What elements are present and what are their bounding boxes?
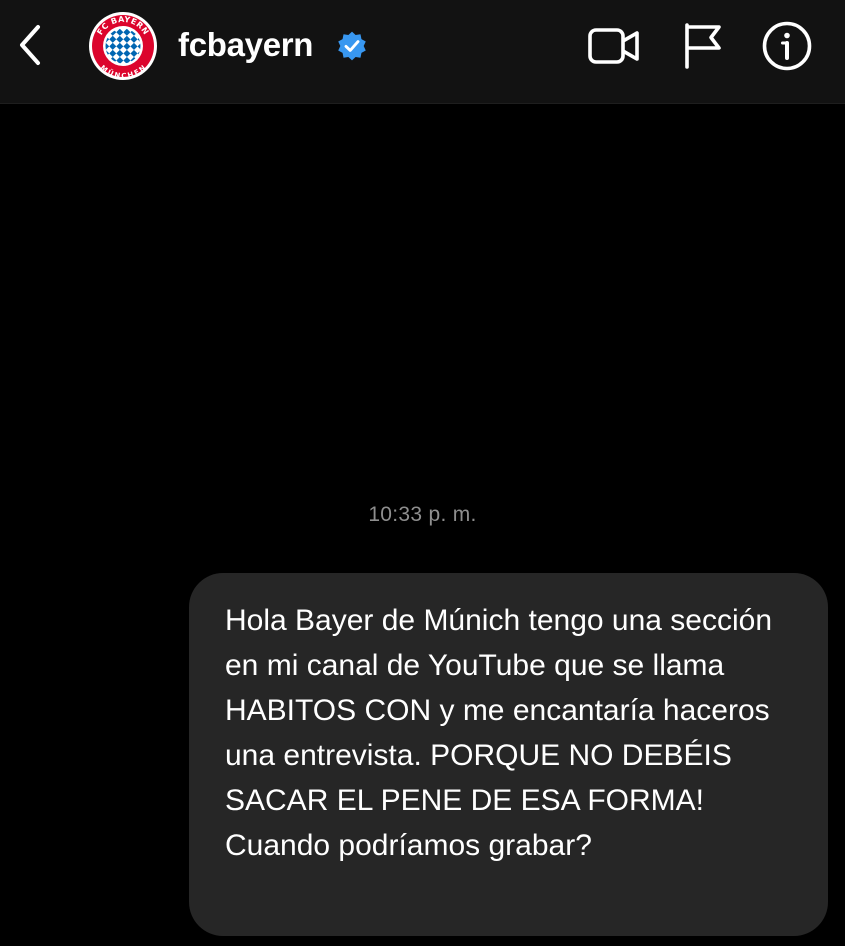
report-button[interactable]: [673, 18, 731, 74]
info-icon: [762, 21, 812, 71]
chat-username[interactable]: fcbayern: [178, 23, 313, 67]
chat-header: FC BAYERN MÜNCHEN fcbayern: [0, 0, 845, 104]
flag-icon: [685, 23, 721, 69]
message-timestamp: 10:33 p. m.: [368, 503, 477, 526]
info-button[interactable]: [758, 18, 816, 74]
fc-bayern-logo: FC BAYERN MÜNCHEN: [89, 12, 157, 80]
verified-badge-icon: [338, 31, 366, 61]
avatar[interactable]: FC BAYERN MÜNCHEN: [88, 11, 158, 81]
back-button[interactable]: [10, 20, 50, 70]
video-camera-icon: [588, 28, 639, 64]
video-call-button[interactable]: [585, 18, 643, 74]
chevron-left-icon: [20, 25, 40, 65]
message-text: Hola Bayer de Múnich tengo una sección e…: [225, 604, 773, 862]
sent-message-bubble[interactable]: Hola Bayer de Múnich tengo una sección e…: [189, 573, 828, 936]
